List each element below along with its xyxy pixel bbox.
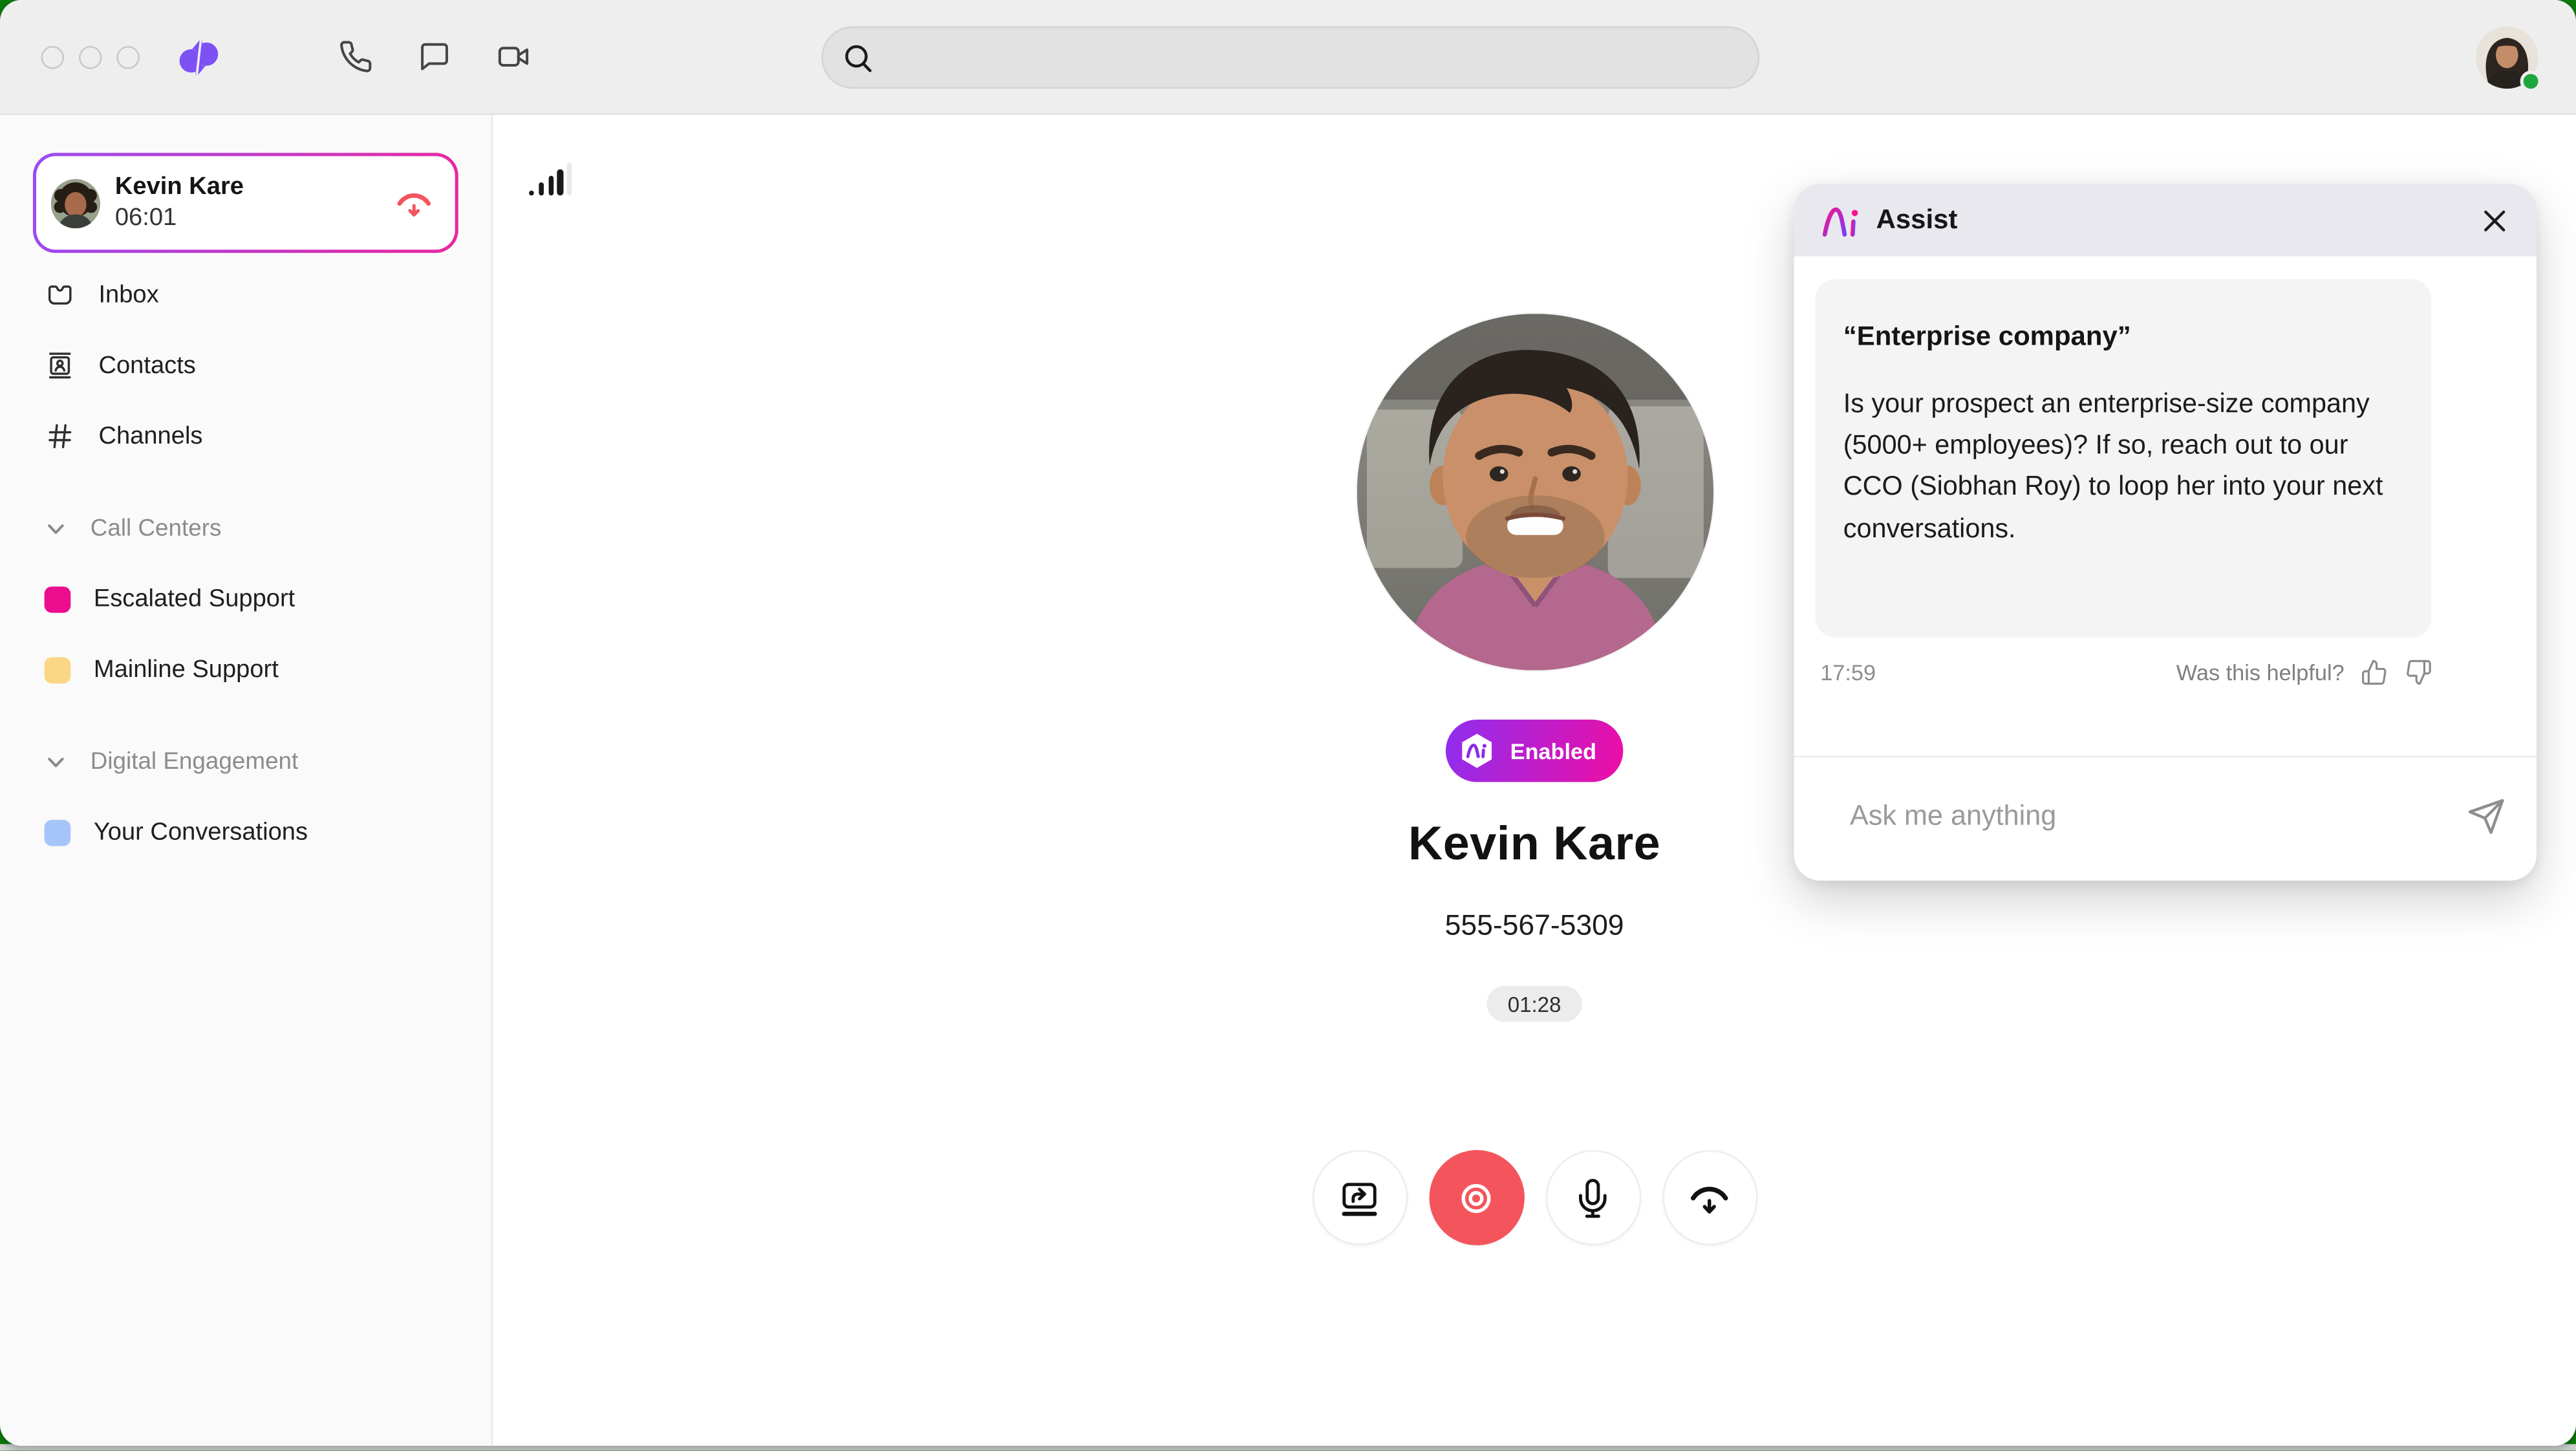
presence-indicator [2520, 70, 2542, 92]
close-icon[interactable] [2479, 204, 2510, 235]
assist-header: Assist [1794, 184, 2537, 257]
ai-badge-label: Enabled [1510, 738, 1596, 763]
assist-input[interactable] [1850, 800, 2464, 833]
chevron-down-icon [45, 517, 68, 541]
topbar-actions [338, 39, 530, 74]
window-control-dot[interactable] [41, 45, 65, 69]
assist-input-row [1794, 757, 2537, 876]
hangup-button[interactable] [1662, 1150, 1757, 1245]
call-controls [493, 1150, 2576, 1245]
section-digital-engagement[interactable]: Digital Engagement [0, 728, 491, 797]
sidebar-item-your-conversations[interactable]: Your Conversations [0, 797, 491, 867]
feedback-label: Was this helpful? [2176, 660, 2345, 685]
send-icon[interactable] [2464, 795, 2507, 838]
inbox-icon [45, 279, 76, 310]
hash-icon [45, 420, 76, 451]
call-duration-chip: 01:28 [1487, 985, 1583, 1022]
active-call-card[interactable]: Kevin Kare 06:01 [33, 153, 458, 253]
video-camera-icon[interactable] [496, 39, 530, 74]
assist-card-title: “Enterprise company” [1843, 322, 2403, 353]
sidebar-item-label: Inbox [98, 281, 158, 308]
contact-name: Kevin Kare [1408, 818, 1660, 872]
record-button[interactable] [1428, 1150, 1523, 1245]
body: Kevin Kare 06:01 Inbox [0, 115, 2576, 1446]
window-control-dot[interactable] [79, 45, 102, 69]
section-label: Digital Engagement [91, 749, 299, 776]
assist-card-body: Is your prospect an enterprise-size comp… [1843, 385, 2403, 550]
active-call-name: Kevin Kare [115, 172, 244, 203]
contact-photo [1356, 314, 1712, 670]
assist-title: Assist [1876, 204, 1958, 235]
sidebar-item-mainline-support[interactable]: Mainline Support [0, 634, 491, 705]
sidebar-item-contacts[interactable]: Contacts [0, 330, 491, 401]
active-call-timer: 06:01 [115, 203, 244, 234]
app-window: Kevin Kare 06:01 Inbox [0, 0, 2576, 1446]
active-call-info: Kevin Kare 06:01 [115, 172, 244, 233]
assist-timestamp: 17:59 [1820, 660, 1876, 685]
section-call-centers[interactable]: Call Centers [0, 495, 491, 564]
sidebar-item-label: Escalated Support [94, 585, 295, 613]
ai-logo [1820, 201, 1862, 239]
microphone-icon [1571, 1176, 1615, 1220]
ai-hexagon-icon [1457, 731, 1497, 771]
thumbs-up-icon[interactable] [2361, 659, 2388, 686]
user-avatar[interactable] [2476, 27, 2538, 89]
sidebar-item-label: Channels [98, 422, 202, 450]
sidebar-item-inbox[interactable]: Inbox [0, 259, 491, 330]
channel-color-swatch [45, 656, 71, 683]
transfer-icon [1337, 1176, 1382, 1220]
window-controls[interactable] [41, 45, 140, 69]
assist-meta-row: 17:59 Was this helpful? [1820, 659, 2431, 686]
chat-icon[interactable] [417, 39, 451, 74]
dialpad-logo[interactable] [173, 34, 225, 80]
channel-color-swatch [45, 586, 71, 612]
transfer-call-button[interactable] [1312, 1150, 1407, 1245]
chevron-down-icon [45, 751, 68, 774]
record-icon [1454, 1176, 1499, 1220]
contacts-icon [45, 350, 76, 381]
call-screen: Enabled Kevin Kare 555-567-5309 01:28 [493, 115, 2576, 1446]
assist-suggestion-card: “Enterprise company” Is your prospect an… [1816, 279, 2432, 638]
ai-enabled-badge: Enabled [1446, 720, 1622, 782]
assist-feedback: Was this helpful? [2176, 659, 2432, 686]
hangup-phone-icon[interactable] [394, 183, 434, 222]
section-label: Call Centers [91, 516, 222, 543]
sidebar: Kevin Kare 06:01 Inbox [0, 115, 493, 1446]
search-bar[interactable] [821, 27, 1759, 89]
phone-icon[interactable] [338, 39, 372, 74]
sidebar-item-label: Mainline Support [94, 656, 279, 683]
mute-button[interactable] [1545, 1150, 1640, 1245]
window-control-dot[interactable] [116, 45, 140, 69]
sidebar-item-label: Your Conversations [94, 818, 308, 846]
sidebar-item-channels[interactable]: Channels [0, 401, 491, 471]
hangup-phone-icon [1687, 1176, 1732, 1220]
screen: Kevin Kare 06:01 Inbox [0, 0, 2576, 1451]
search-input[interactable] [887, 45, 1738, 71]
caller-avatar [51, 178, 100, 228]
sidebar-item-escalated-support[interactable]: Escalated Support [0, 563, 491, 634]
topbar [0, 0, 2576, 115]
contact-phone-number: 555-567-5309 [1445, 908, 1624, 943]
thumbs-down-icon[interactable] [2404, 659, 2431, 686]
channel-color-swatch [45, 819, 71, 846]
search-icon [843, 42, 874, 73]
assist-panel: Assist “Enterprise company” Is your pros… [1794, 184, 2537, 881]
sidebar-item-label: Contacts [98, 352, 195, 380]
